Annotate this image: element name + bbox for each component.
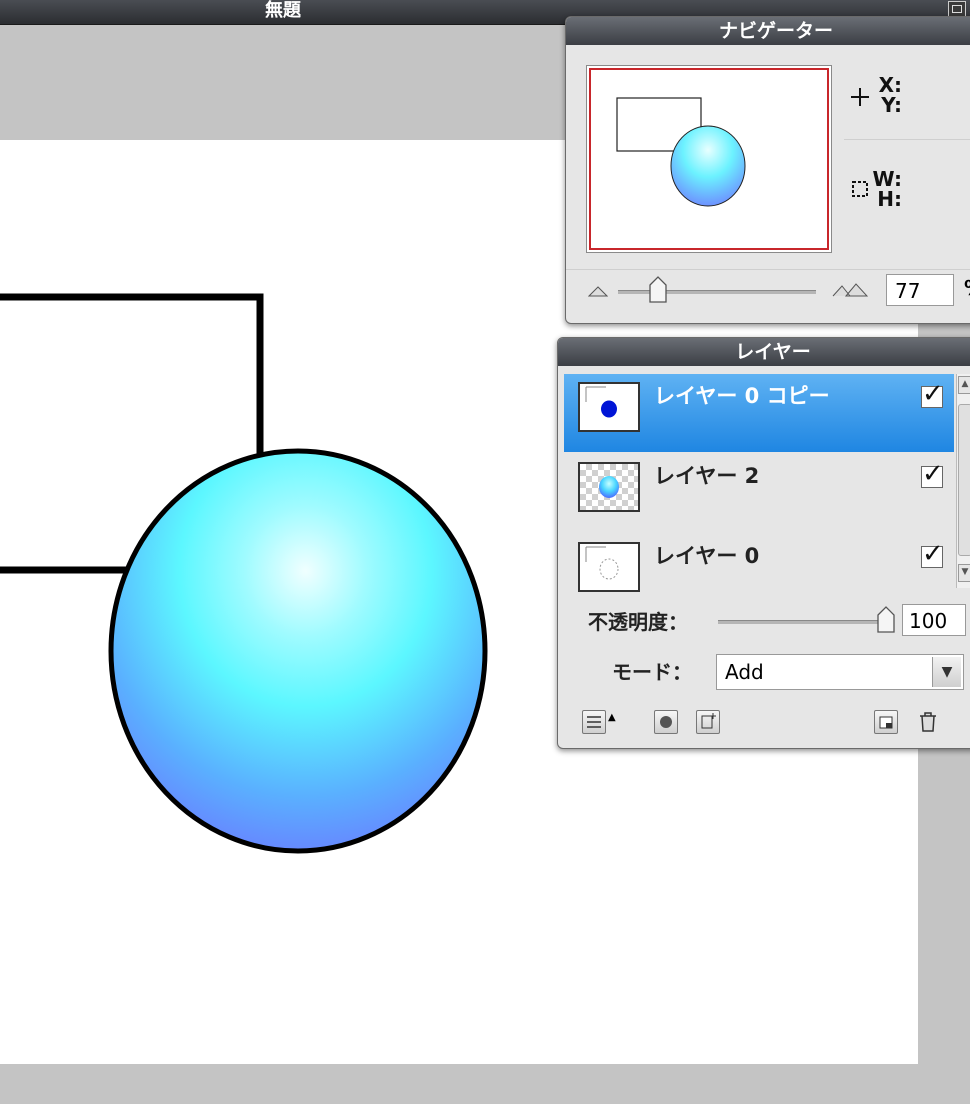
layer-thumbnail — [578, 382, 640, 432]
navigator-viewport-frame[interactable] — [589, 68, 829, 250]
layer-styles-button[interactable] — [582, 710, 606, 734]
zoom-unit: % — [964, 276, 970, 300]
navigator-divider — [844, 139, 970, 140]
bounding-box-icon — [852, 181, 868, 197]
layer-thumbnail — [578, 542, 640, 592]
sparkle-icon — [701, 713, 716, 729]
crosshair-icon — [851, 88, 869, 106]
layers-title[interactable]: レイヤー — [558, 338, 970, 366]
sliders-icon — [587, 716, 601, 728]
navigator-panel: ナビゲーター X: Y: W: H: 77 — [565, 16, 970, 324]
zoom-input[interactable]: 77 — [886, 274, 954, 306]
y-label: Y: — [881, 93, 902, 117]
layer-row-0[interactable]: レイヤー 0 — [564, 534, 954, 612]
opacity-label: 不透明度： — [588, 610, 688, 634]
zoom-row: 77 % — [566, 269, 970, 310]
layer-name: レイヤー 0 — [654, 544, 760, 568]
add-mask-button[interactable] — [654, 710, 678, 734]
zoom-out-icon[interactable] — [588, 284, 608, 298]
navigator-title[interactable]: ナビゲーター — [566, 17, 970, 45]
mask-icon — [660, 716, 672, 728]
new-layer-button[interactable] — [874, 710, 898, 734]
x-label: X: — [878, 73, 902, 97]
layer-thumbnail — [578, 462, 640, 512]
layer-visibility-checkbox[interactable] — [921, 379, 944, 409]
layer-row-2[interactable]: レイヤー 2 — [564, 454, 954, 532]
delete-layer-button[interactable] — [916, 710, 938, 732]
sphere-shape — [108, 448, 488, 854]
layer-thumbnail-image — [585, 386, 617, 418]
layer-name: レイヤー 2 — [654, 464, 760, 488]
layer-thumbnail-image — [585, 546, 619, 580]
layer-visibility-checkbox[interactable] — [921, 539, 944, 569]
blend-mode-value: Add — [725, 660, 764, 684]
mode-label: モード： — [612, 660, 692, 684]
layers-scrollbar[interactable]: ▲ ▼ — [956, 374, 970, 588]
zoom-slider-thumb[interactable] — [648, 276, 668, 304]
trash-icon — [920, 712, 936, 732]
layer-thumbnail-image — [599, 476, 619, 498]
maximize-button[interactable] — [948, 1, 966, 17]
new-layer-icon — [879, 716, 893, 729]
scroll-thumb[interactable] — [958, 404, 970, 556]
blend-mode-select[interactable]: Add ▼ — [716, 654, 964, 690]
layer-visibility-checkbox[interactable] — [921, 459, 944, 489]
h-label: H: — [877, 187, 902, 211]
caret-up-icon[interactable]: ▲ — [608, 712, 616, 723]
layers-panel: レイヤー レイヤー 0 コピー レイヤ — [557, 337, 970, 749]
layer-row-0-copy[interactable]: レイヤー 0 コピー — [564, 374, 954, 452]
w-label: W: — [872, 167, 902, 191]
zoom-in-icon[interactable] — [832, 282, 868, 298]
opacity-slider-thumb[interactable] — [876, 606, 896, 634]
chevron-down-icon[interactable]: ▼ — [932, 657, 961, 687]
document-title: 無題 — [265, 0, 301, 21]
opacity-input[interactable]: 100 — [902, 604, 966, 636]
layer-name: レイヤー 0 コピー — [654, 384, 830, 408]
new-fill-button[interactable] — [696, 710, 720, 734]
scroll-down-icon[interactable]: ▼ — [958, 564, 970, 582]
scroll-up-icon[interactable]: ▲ — [958, 376, 970, 394]
navigator-preview[interactable] — [586, 65, 832, 253]
opacity-slider[interactable] — [718, 620, 886, 624]
